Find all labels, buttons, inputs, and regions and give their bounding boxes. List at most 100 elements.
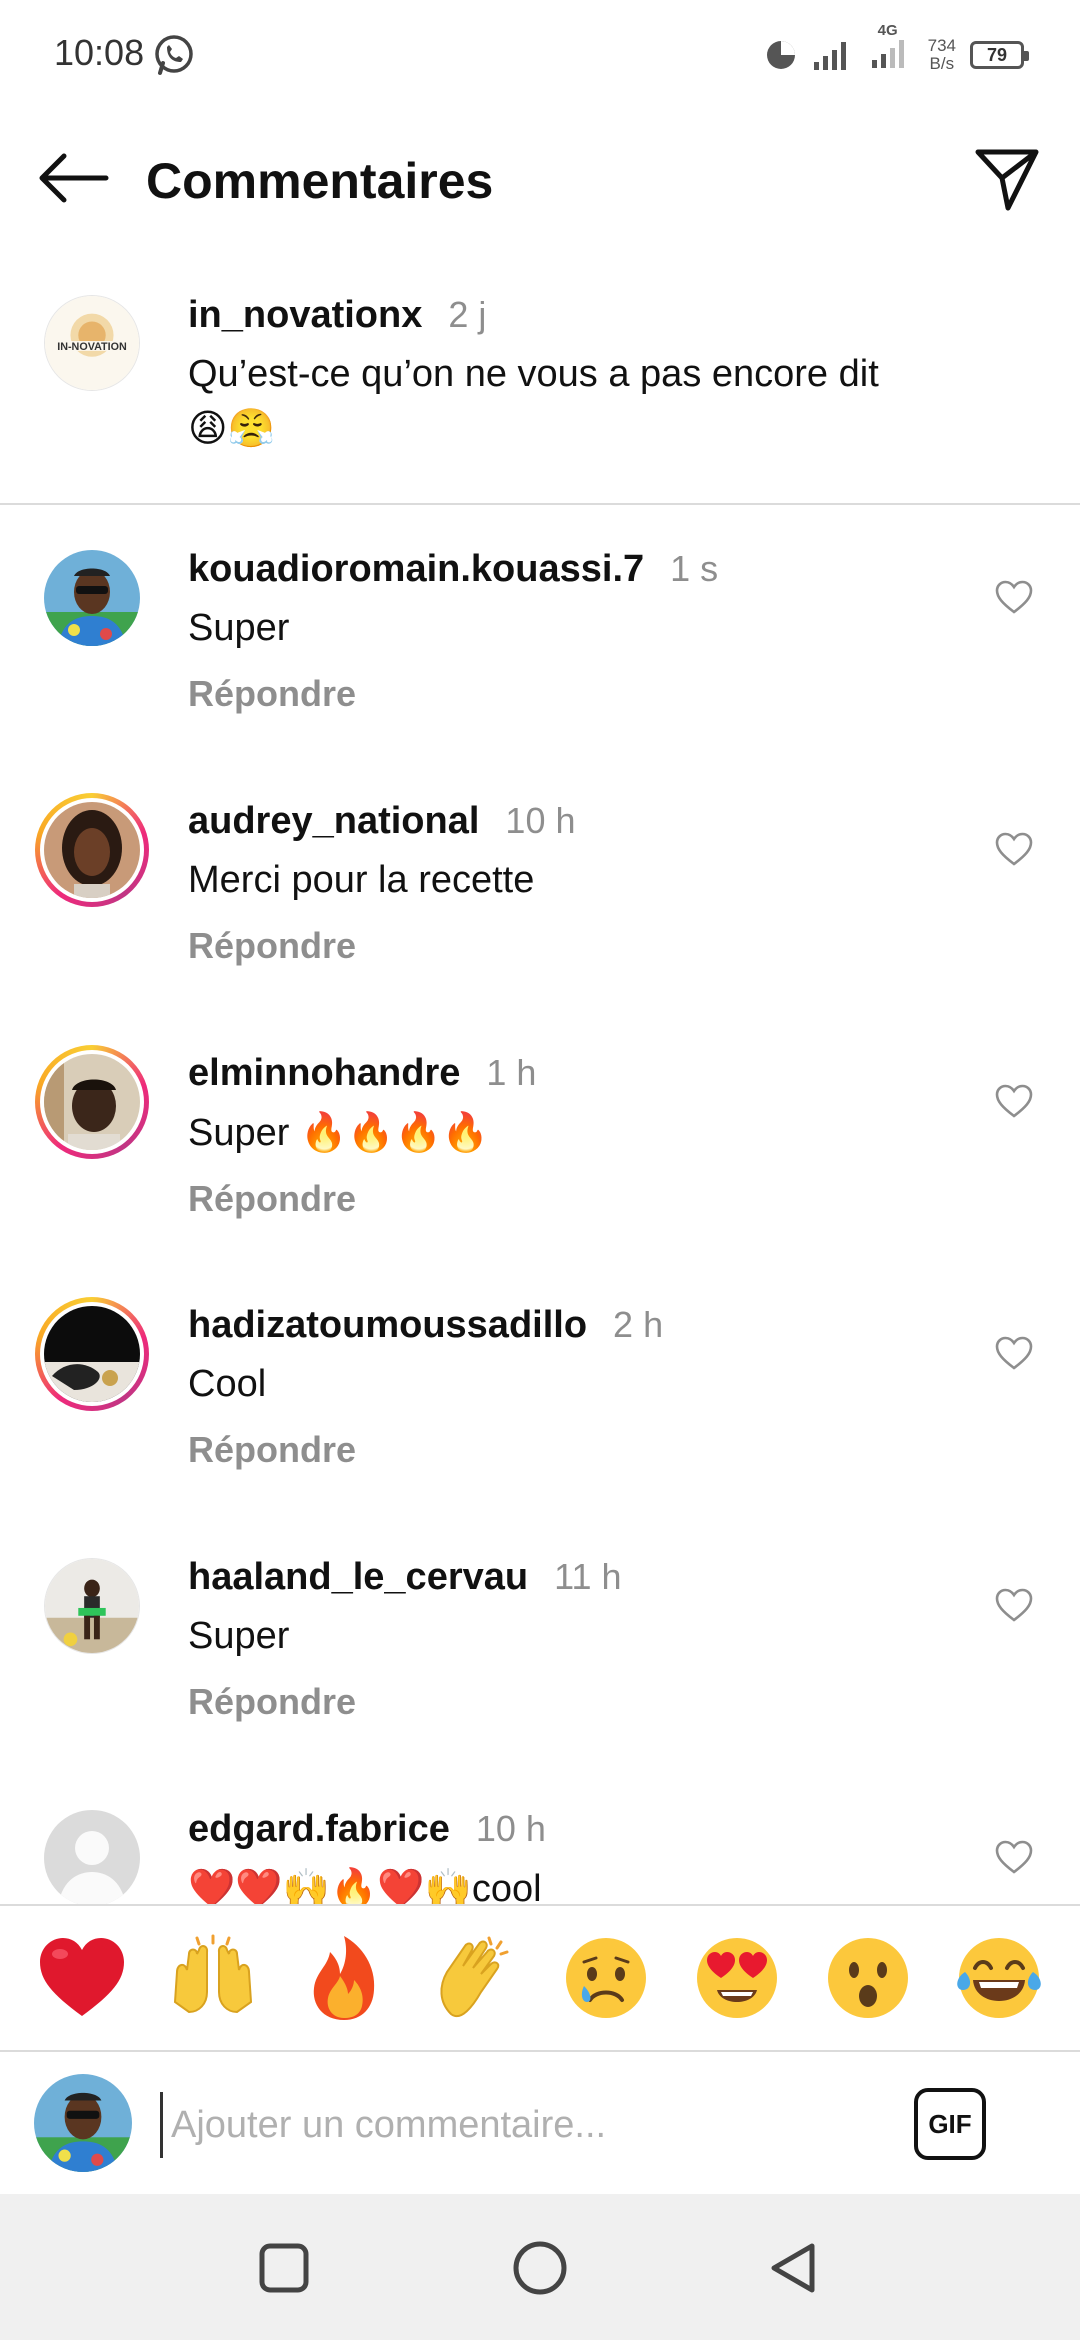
emoji-fire-button[interactable]	[294, 1928, 394, 2028]
back-triangle-icon[interactable]	[764, 2238, 824, 2298]
data-saver-icon	[766, 41, 795, 69]
paper-plane-icon[interactable]	[972, 144, 1042, 214]
story-ring[interactable]	[35, 1297, 149, 1411]
comment-time: 1 h	[486, 1052, 537, 1093]
heart-eyes-icon	[696, 1938, 777, 2018]
comment-text: Super 🔥🔥🔥🔥	[188, 1105, 536, 1160]
comment-row: hadizatoumoussadillo 2 h Cool Répondre	[0, 1286, 1080, 1538]
page-title: Commentaires	[146, 153, 494, 209]
signal-icon-2	[871, 39, 904, 68]
comment-username[interactable]: kouadioromain.kouassi.7	[188, 548, 644, 590]
comment-time: 1 s	[670, 548, 719, 589]
reply-button[interactable]: Répondre	[188, 1429, 663, 1471]
heart-outline-icon[interactable]	[994, 1082, 1034, 1122]
gif-label: GIF	[928, 2108, 972, 2139]
comment-text-body: cool	[471, 1868, 542, 1904]
comment-input[interactable]	[160, 2092, 880, 2158]
reply-button[interactable]: Répondre	[188, 1178, 536, 1220]
comment-row: edgard.fabrice 10 h ❤️❤️🙌🔥❤️🙌cool	[0, 1790, 1080, 1904]
default-avatar[interactable]	[44, 1810, 140, 1904]
user-photo	[45, 1559, 139, 1653]
avatar[interactable]	[44, 1558, 140, 1654]
comment-username[interactable]: hadizatoumoussadillo	[188, 1304, 587, 1346]
signal-4g: 4G	[870, 22, 914, 75]
comment-text-body: Super	[188, 1112, 300, 1154]
surprised-face-icon	[827, 1938, 908, 2018]
comment-emojis: 🔥🔥🔥🔥	[299, 1110, 490, 1154]
reply-button[interactable]: Répondre	[188, 1681, 622, 1723]
comment-text: Super	[188, 1615, 290, 1657]
user-photo	[44, 802, 140, 898]
story-ring[interactable]	[35, 793, 149, 907]
emoji-clapping-button[interactable]	[425, 1928, 525, 2028]
emoji-raised-hands-button[interactable]	[163, 1928, 263, 2028]
svg-text:IN-NOVATION: IN-NOVATION	[57, 341, 127, 353]
caption-content: in_novationx 2 j Qu’est-ce qu’on ne vous …	[188, 294, 879, 456]
comment-username[interactable]: edgard.fabrice	[188, 1808, 450, 1850]
story-ring[interactable]	[35, 1045, 149, 1159]
heart-outline-icon[interactable]	[994, 578, 1034, 618]
gif-button[interactable]: GIF	[914, 2088, 986, 2160]
emoji-heart-eyes-button[interactable]	[687, 1928, 787, 2028]
emoji-quick-bar	[0, 1904, 1080, 2050]
comment-username[interactable]: audrey_national	[188, 800, 479, 842]
fire-icon	[313, 1936, 374, 2020]
status-bar: 10:08 4G 734 B/s 79	[0, 0, 1080, 110]
speed-unit: B/s	[929, 54, 955, 73]
user-photo	[44, 1054, 140, 1150]
comment-row: haaland_le_cervau 11 h Super Répondre	[0, 1538, 1080, 1790]
whatsapp-icon	[155, 35, 193, 75]
home-circle-icon[interactable]	[510, 2238, 570, 2298]
comment-row: elminnohandre 1 h Super 🔥🔥🔥🔥 Répondre	[0, 1034, 1080, 1286]
comment-emojis: ❤️❤️🙌🔥❤️🙌	[188, 1866, 472, 1904]
back-arrow-icon[interactable]	[34, 150, 110, 206]
comment-time: 10 h	[475, 1808, 546, 1849]
battery-indicator: 79	[970, 41, 1029, 69]
status-icons: 4G 734 B/s 79	[764, 22, 1029, 80]
avatar[interactable]	[44, 550, 140, 646]
emoji-heart-button[interactable]	[32, 1928, 132, 2028]
caption-text-body: Qu’est-ce qu’on ne vous a pas encore dit	[188, 353, 879, 395]
network-speed: 734 B/s	[928, 37, 956, 73]
caption-text: Qu’est-ce qu’on ne vous a pas encore dit…	[188, 347, 879, 456]
speed-value: 734	[927, 36, 956, 55]
comment-text: Cool	[188, 1363, 267, 1405]
comment-row: kouadioromain.kouassi.7 1 s Super Répondr…	[0, 530, 1080, 782]
battery-level: 79	[986, 44, 1008, 65]
emoji-surprised-button[interactable]	[818, 1928, 918, 2028]
reply-button[interactable]: Répondre	[188, 925, 576, 967]
heart-outline-icon[interactable]	[994, 1838, 1034, 1878]
header: Commentaires	[0, 128, 1080, 228]
heart-outline-icon[interactable]	[994, 1586, 1034, 1626]
comment-username[interactable]: elminnohandre	[188, 1052, 460, 1094]
heart-outline-icon[interactable]	[994, 1334, 1034, 1374]
default-user-icon	[44, 1810, 140, 1904]
own-avatar[interactable]	[34, 2074, 132, 2172]
comment-username[interactable]: haaland_le_cervau	[188, 1556, 528, 1598]
recents-square-icon[interactable]	[254, 2238, 314, 2298]
user-photo	[34, 2074, 132, 2172]
comment-content: hadizatoumoussadillo 2 h Cool Répondre	[188, 1304, 663, 1471]
emoji-laughing-button[interactable]	[949, 1928, 1049, 2028]
comment-time: 11 h	[554, 1556, 622, 1597]
signal-icon-1	[813, 42, 846, 70]
comment-text: ❤️❤️🙌🔥❤️🙌cool	[188, 1861, 546, 1904]
system-nav-bar	[0, 2194, 1080, 2340]
emoji-sad-button[interactable]	[556, 1928, 656, 2028]
clapping-hands-icon	[440, 1936, 508, 2017]
red-heart-icon	[39, 1938, 124, 2016]
comment-composer: GIF	[0, 2050, 1080, 2194]
comment-text: Merci pour la recette	[188, 859, 535, 901]
comment-text: Super	[188, 607, 290, 649]
avatar[interactable]: IN-NOVATION	[44, 295, 140, 391]
caption-username[interactable]: in_novationx	[188, 294, 422, 336]
post-caption: IN-NOVATION in_novationx 2 j Qu’est-ce qu…	[0, 280, 1080, 505]
heart-outline-icon[interactable]	[994, 830, 1034, 870]
network-type: 4G	[877, 21, 898, 39]
comment-content: edgard.fabrice 10 h ❤️❤️🙌🔥❤️🙌cool	[188, 1808, 546, 1904]
status-time: 10:08	[54, 32, 145, 73]
comment-content: elminnohandre 1 h Super 🔥🔥🔥🔥 Répondre	[188, 1052, 536, 1220]
reply-button[interactable]: Répondre	[188, 673, 718, 715]
comment-row: audrey_national 10 h Merci pour la recett…	[0, 782, 1080, 1034]
user-photo	[44, 550, 140, 646]
